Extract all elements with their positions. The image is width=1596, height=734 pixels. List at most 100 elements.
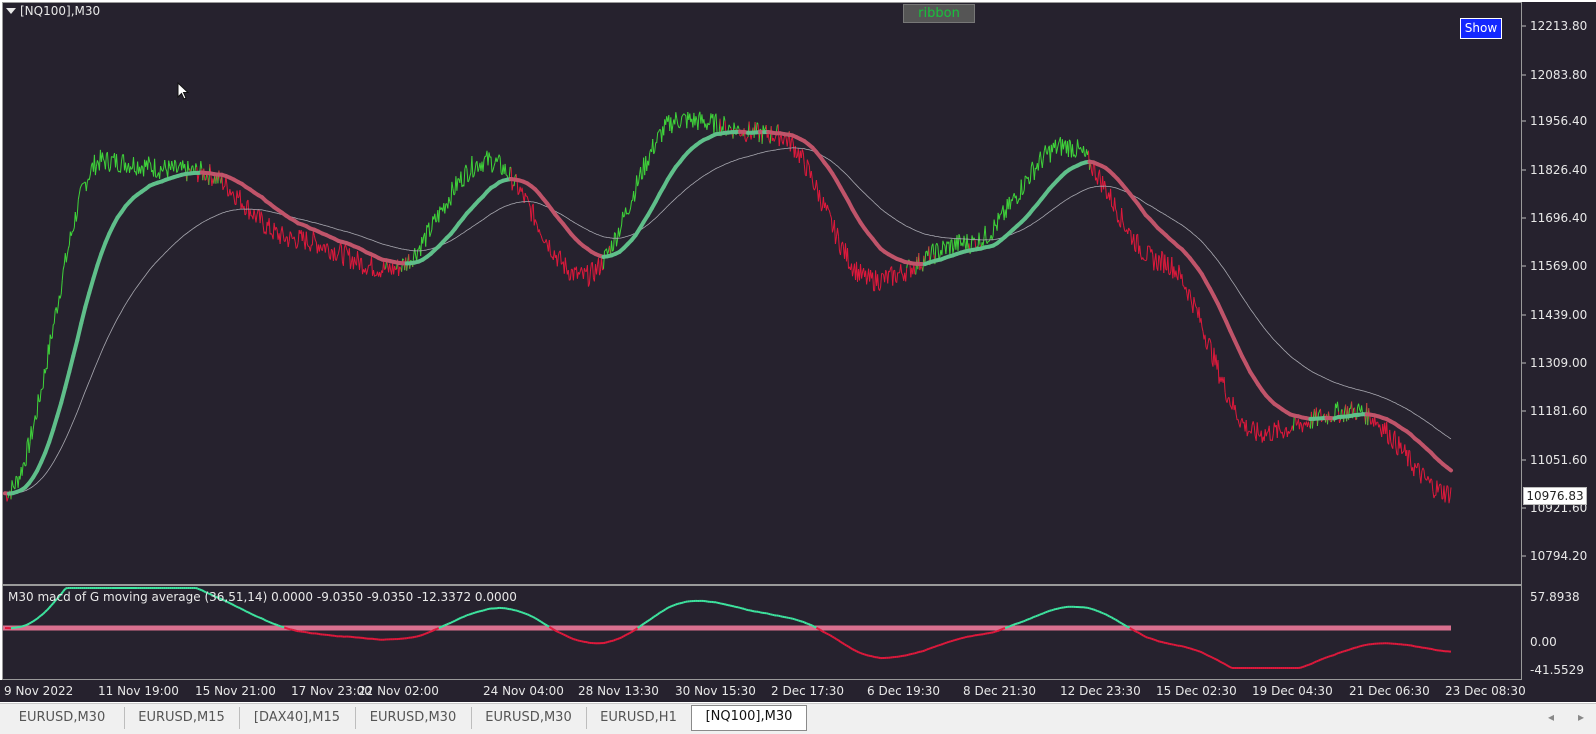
macd-segment: [43, 612, 45, 614]
macd-segment: [477, 612, 479, 613]
price-segment: [953, 248, 954, 254]
price-segment: [1445, 493, 1446, 502]
price-segment: [933, 244, 934, 255]
price-segment: [804, 165, 805, 175]
chart-menu-triangle-icon[interactable]: [6, 8, 16, 14]
macd-segment: [1314, 661, 1316, 662]
show-button[interactable]: Show: [1460, 18, 1502, 39]
price-segment: [1016, 196, 1017, 204]
tab-eurusd-m15[interactable]: EURUSD,M15: [124, 707, 240, 729]
scroll-right-icon[interactable]: ▸: [1578, 710, 1584, 724]
time-label: 23 Dec 08:30: [1445, 684, 1526, 698]
price-segment: [557, 256, 558, 266]
price-segment: [37, 394, 38, 417]
tab-dax40-m15[interactable]: [DAX40],M15: [239, 707, 356, 729]
macd-segment: [917, 652, 919, 653]
macd-segment: [425, 633, 427, 634]
price-segment: [684, 114, 685, 115]
price-segment: [488, 152, 489, 165]
macd-segment: [644, 622, 646, 623]
macd-segment: [451, 622, 453, 623]
price-segment: [1038, 158, 1039, 171]
price-segment: [110, 157, 111, 169]
macd-segment: [465, 615, 467, 616]
macd-segment: [1039, 614, 1041, 615]
price-segment: [768, 134, 769, 141]
macd-segment: [652, 617, 654, 619]
macd-segment: [939, 645, 941, 646]
price-segment: [499, 155, 500, 158]
macd-segment: [666, 608, 668, 609]
indicator-scale-label: 0.00: [1530, 635, 1557, 649]
macd-segment: [1148, 638, 1150, 639]
scroll-left-icon[interactable]: ◂: [1548, 710, 1554, 724]
indicator-scale-label: -41.5529: [1530, 663, 1584, 677]
macd-segment: [931, 647, 933, 648]
time-label: 6 Dec 19:30: [867, 684, 940, 698]
tab-eurusd-m30[interactable]: EURUSD,M30: [0, 707, 125, 729]
price-segment: [18, 476, 19, 488]
price-segment: [1359, 404, 1360, 410]
macd-segment: [927, 649, 929, 650]
price-segment: [529, 203, 530, 207]
macd-segment: [577, 640, 579, 641]
macd-segment: [65, 588, 67, 589]
macd-segment: [1092, 609, 1094, 610]
price-segment: [165, 160, 166, 169]
macd-segment: [519, 612, 521, 613]
macd-segment: [1138, 632, 1140, 633]
macd-segment: [766, 613, 768, 614]
macd-segment: [1224, 664, 1226, 665]
ribbon-segment: [73, 340, 77, 356]
macd-segment: [1323, 658, 1325, 659]
price-segment: [78, 194, 79, 200]
macd-segment: [276, 625, 278, 626]
price-segment: [1152, 249, 1153, 255]
price-segment: [1380, 425, 1381, 431]
price-segment: [897, 273, 898, 283]
price-segment: [1021, 180, 1022, 195]
macd-segment: [1419, 647, 1421, 648]
tab-eurusd-m30-2[interactable]: EURUSD,M30: [355, 707, 472, 729]
ribbon-segment: [93, 265, 97, 278]
price-chart-pane[interactable]: [2, 2, 1522, 585]
macd-segment: [272, 623, 274, 624]
tab-eurusd-m30-3[interactable]: EURUSD,M30: [471, 707, 587, 729]
chart-title[interactable]: [NQ100],M30: [6, 4, 100, 18]
macd-segment: [949, 641, 951, 642]
price-segment: [303, 232, 304, 242]
tab-nq100-m30[interactable]: [NQ100],M30: [691, 705, 807, 731]
price-segment: [983, 237, 984, 246]
price-segment: [1258, 434, 1259, 436]
price-segment: [1111, 189, 1112, 207]
macd-segment: [1108, 615, 1110, 616]
tab-eurusd-h1[interactable]: EURUSD,H1: [586, 707, 692, 729]
price-segment: [1023, 190, 1024, 194]
price-segment: [1093, 164, 1094, 176]
macd-segment: [1190, 648, 1192, 649]
price-segment: [1409, 450, 1410, 451]
price-segment: [421, 237, 422, 256]
price-segment: [1229, 397, 1230, 405]
macd-segment: [1100, 612, 1102, 613]
macd-segment: [806, 623, 808, 624]
price-segment: [1233, 397, 1234, 410]
price-segment: [1165, 255, 1166, 270]
macd-segment: [473, 613, 475, 614]
macd-segment: [642, 624, 644, 625]
macd-segment: [716, 602, 718, 603]
price-segment: [681, 117, 682, 125]
ribbon-button[interactable]: ribbon: [903, 4, 975, 23]
price-segment: [1028, 177, 1029, 184]
price-segment: [1057, 144, 1058, 149]
price-segment: [121, 161, 122, 173]
price-segment: [1410, 451, 1411, 465]
price-segment: [322, 245, 323, 251]
macd-segment: [531, 616, 533, 617]
price-scale[interactable]: [1522, 2, 1596, 680]
price-segment: [899, 272, 900, 273]
price-segment: [730, 127, 731, 129]
macd-segment: [1300, 667, 1302, 668]
chart-title-text: [NQ100],M30: [20, 4, 100, 18]
price-label: 12213.80: [1530, 19, 1587, 33]
